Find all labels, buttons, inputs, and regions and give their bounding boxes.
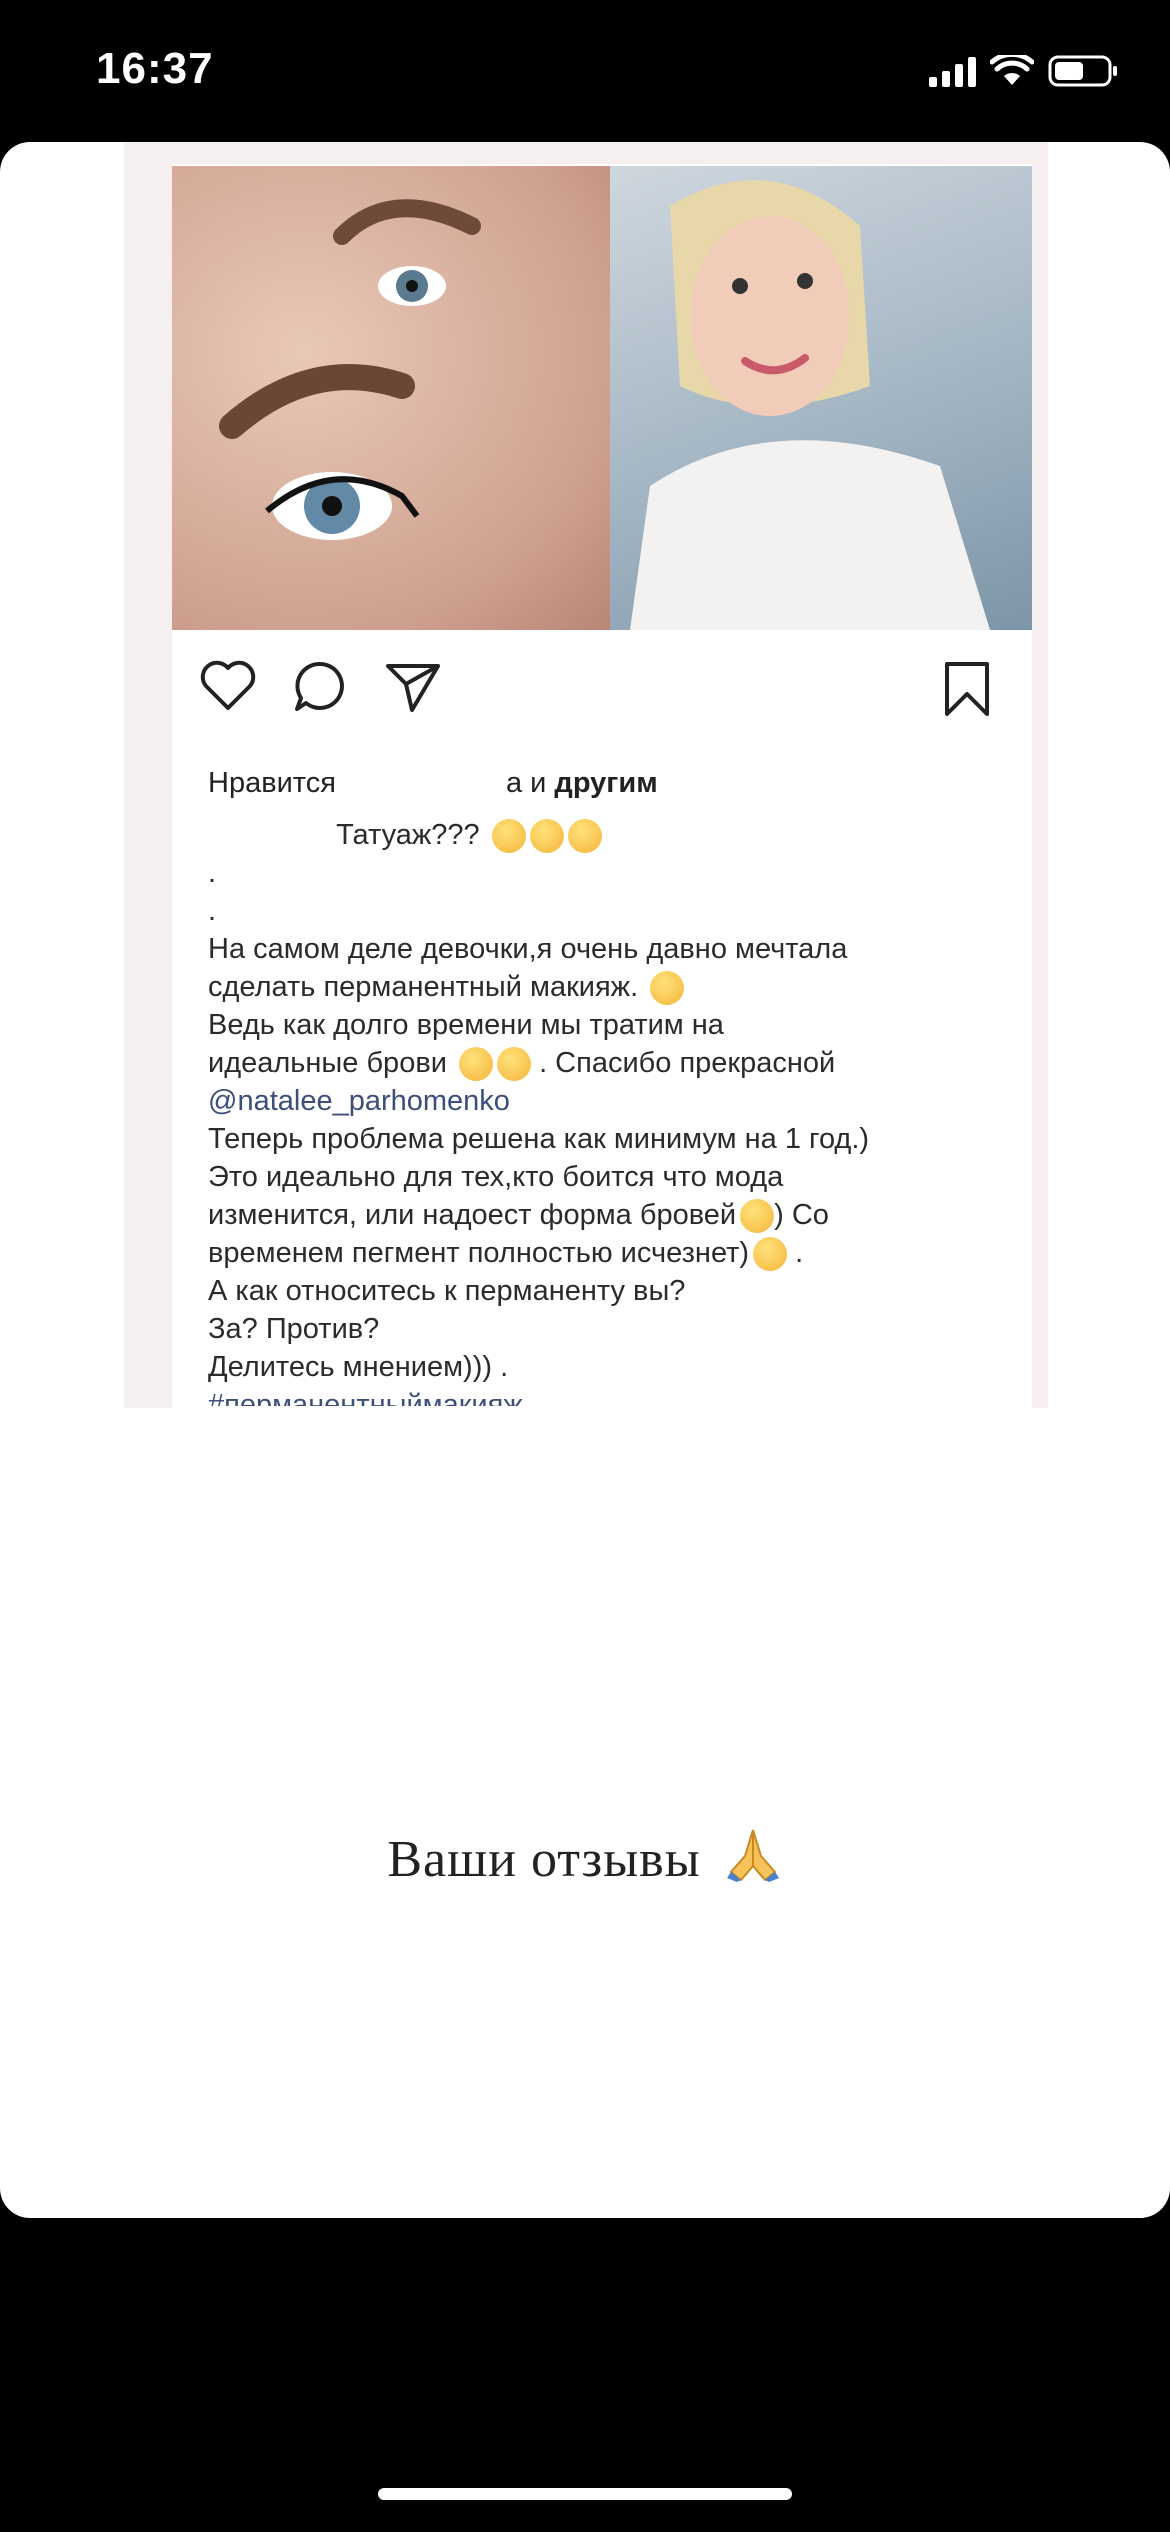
caption-line: . bbox=[208, 857, 217, 889]
portrait-illustration bbox=[630, 180, 990, 630]
post-photos bbox=[172, 166, 1032, 630]
caption-line: За? Против? bbox=[208, 1313, 380, 1345]
post-content: Нравится а и другим Татуаж??? . . На само… bbox=[172, 164, 1032, 1408]
folded-hands-icon bbox=[726, 1829, 779, 1882]
caption-line: А как относитесь к перманенту вы? bbox=[208, 1275, 686, 1307]
caption-title-line: Татуаж??? bbox=[208, 816, 998, 854]
comment-icon[interactable] bbox=[292, 660, 348, 714]
story-caption: Ваши отзывы bbox=[0, 1826, 1170, 1889]
eyebrow-closeup-photo bbox=[172, 166, 610, 630]
likes-suffix: а и bbox=[505, 767, 555, 799]
reposted-post-screenshot: Нравится а и другим Татуаж??? . . На само… bbox=[124, 142, 1048, 1408]
post-actions bbox=[172, 660, 1032, 730]
redacted-username bbox=[335, 770, 506, 799]
home-indicator[interactable] bbox=[378, 2488, 792, 2500]
expressionless-emoji bbox=[740, 1199, 775, 1234]
hashtag-link[interactable]: #перманентныймакияж bbox=[208, 1386, 998, 1406]
caption-line: Это идеально для тех,кто боится что мода bbox=[208, 1161, 784, 1193]
smirk-emoji bbox=[650, 971, 685, 1006]
status-bar: 16:37 bbox=[0, 0, 1170, 140]
eyebrow-illustration bbox=[219, 199, 481, 540]
status-time: 16:37 bbox=[96, 44, 214, 93]
status-icons bbox=[929, 54, 1120, 88]
bookmark-icon[interactable] bbox=[942, 660, 992, 718]
mention-link[interactable]: @natalee_parhomenko bbox=[208, 1082, 998, 1120]
cellular-signal-icon bbox=[929, 55, 976, 87]
send-icon[interactable] bbox=[384, 660, 442, 714]
likes-others: другим bbox=[554, 767, 658, 799]
caption-line: На самом деле девочки,я очень давно мечт… bbox=[208, 933, 848, 965]
caption-line: Делитесь мнением))) . bbox=[208, 1351, 509, 1383]
caption-line: . bbox=[208, 895, 217, 927]
caption-line: идеальные брови . Спасибо прекрасной bbox=[208, 1044, 998, 1082]
post-caption: Нравится а и другим Татуаж??? . . На само… bbox=[208, 764, 998, 1406]
caption-title: Татуаж??? bbox=[336, 819, 480, 851]
astonished-emoji bbox=[491, 819, 526, 854]
likes-line[interactable]: Нравится а и другим bbox=[208, 764, 998, 802]
wifi-icon bbox=[990, 55, 1034, 85]
zany-face-emoji bbox=[497, 1047, 531, 1082]
caption-line: Ведь как долго времени мы тратим на bbox=[208, 1009, 724, 1041]
story-caption-text: Ваши отзывы bbox=[387, 1831, 701, 1888]
heart-icon[interactable] bbox=[200, 660, 256, 712]
caption-line: сделать перманентный макияж. bbox=[208, 968, 998, 1006]
battery-icon bbox=[1048, 55, 1117, 87]
story-card: Нравится а и другим Татуаж??? . . На само… bbox=[0, 142, 1170, 2218]
astonished-emoji bbox=[567, 819, 602, 854]
woman-portrait-photo bbox=[610, 166, 1032, 630]
likes-prefix: Нравится bbox=[208, 767, 336, 799]
redacted-author bbox=[208, 822, 328, 851]
caption-line: временем пегмент полностью исчезнет) . bbox=[208, 1234, 998, 1272]
astonished-emoji bbox=[529, 819, 564, 854]
caption-line: Теперь проблема решена как минимум на 1 … bbox=[208, 1123, 870, 1155]
relieved-emoji bbox=[753, 1237, 788, 1272]
grinning-sweat-emoji bbox=[459, 1047, 493, 1082]
caption-line: изменится, или надоест форма бровей) Со bbox=[208, 1196, 998, 1234]
